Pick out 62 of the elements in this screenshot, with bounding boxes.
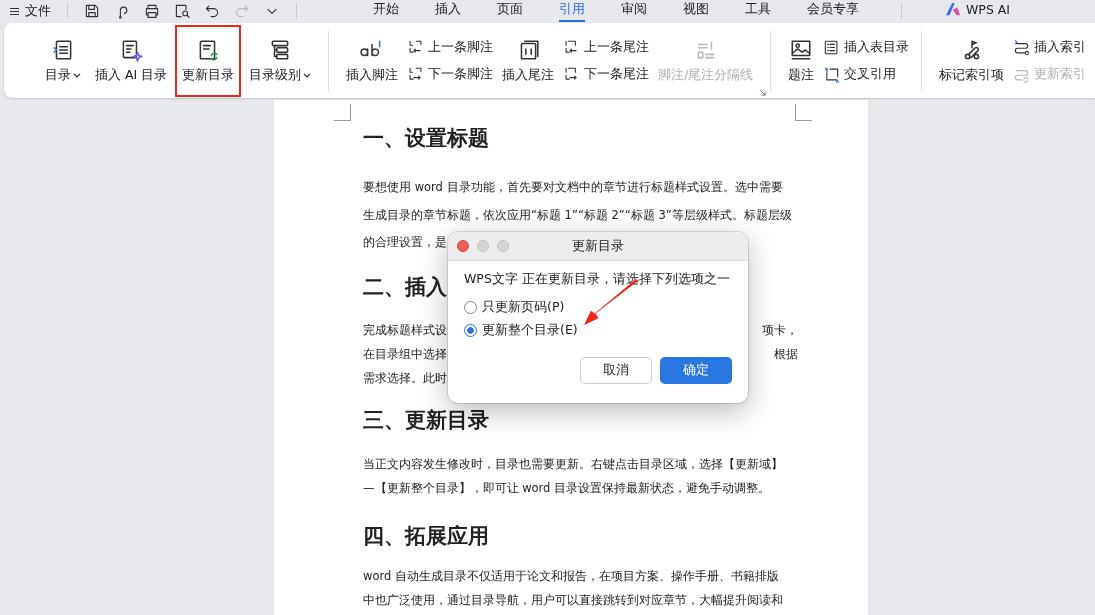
ribbon-tab[interactable]: WPS AI xyxy=(944,1,1011,21)
next-note-icon xyxy=(407,65,425,83)
ribbon-button[interactable]: 标记索引项 xyxy=(934,31,1010,90)
ribbon-button[interactable]: 插入表目录 xyxy=(823,38,910,56)
ribbon-tab[interactable]: 插入 xyxy=(435,0,461,22)
paragraph-text: 在目录组中选择 xyxy=(363,345,447,363)
ribbon-tab[interactable]: 开始 xyxy=(373,0,399,22)
paragraph-text: —【更新整个目录】，即可让 word 目录设置保持最新状态，避免手动调整。 xyxy=(363,479,771,497)
radio-button[interactable] xyxy=(464,324,477,337)
ribbon-tab[interactable]: 页面 xyxy=(497,0,523,22)
ribbon-button[interactable]: 目录 xyxy=(40,31,86,90)
ribbon-button[interactable]: 题注 xyxy=(783,31,820,90)
paragraph-text: 中也广泛使用，通过目录导航，用户可以直接跳转到对应章节，大幅提升阅读和 xyxy=(363,591,783,609)
paragraph-text: 需求选择。此时 xyxy=(363,369,447,387)
section-heading: 四、拓展应用 xyxy=(363,522,489,550)
menu-icon[interactable] xyxy=(10,7,19,15)
ribbon-button[interactable]: 插入索引 xyxy=(1013,38,1087,56)
quote-bracket-icon xyxy=(823,65,841,83)
crop-mark xyxy=(334,104,351,121)
ribbon-tab[interactable]: 引用 xyxy=(559,0,585,22)
section-heading: 二、插入 xyxy=(363,273,447,301)
close-window-button[interactable] xyxy=(457,240,469,252)
confirm-button[interactable]: 确定 xyxy=(660,357,732,384)
route-icon xyxy=(1013,38,1031,56)
ribbon-button[interactable]: 上一条脚注 xyxy=(407,38,494,56)
ribbon-tab[interactable]: 视图 xyxy=(683,0,709,22)
ribbon-tab[interactable]: 会员专享 xyxy=(807,0,859,22)
printer-icon[interactable] xyxy=(144,3,160,19)
ribbon-tab[interactable]: 工具 xyxy=(745,0,771,22)
undo-icon[interactable] xyxy=(204,3,220,19)
paragraph-text: 完成标题样式设 xyxy=(363,321,447,339)
section-heading: 三、更新目录 xyxy=(363,406,489,434)
crop-mark xyxy=(795,104,812,121)
dialog-title: 更新目录 xyxy=(571,237,625,255)
ribbon-button[interactable]: 插入尾注 xyxy=(497,31,560,90)
dialog-launcher-icon[interactable] xyxy=(759,89,767,96)
ribbon-button[interactable]: 目录级别 xyxy=(244,31,317,90)
paragraph-text: 根据 xyxy=(774,345,798,363)
ai-logo-icon xyxy=(944,2,962,16)
paragraph-text: 要想使用 word 目录功能，首先要对文档中的章节进行标题样式设置。选中需要 xyxy=(363,179,783,196)
ribbon-button[interactable]: 插入脚注 xyxy=(341,31,404,90)
section-heading: 一、设置标题 xyxy=(363,125,489,152)
ribbon-button[interactable]: 下一条尾注 xyxy=(563,65,650,83)
paragraph-text: 当正文内容发生修改时，目录也需要更新。右键点击目录区域，选择【更新域】 xyxy=(363,455,783,473)
file-menu[interactable]: 文件 xyxy=(25,2,51,20)
ribbon-button[interactable]: 上一条尾注 xyxy=(563,38,650,56)
radio-label[interactable]: 更新整个目录(E) xyxy=(482,322,578,339)
paragraph-text: 的合理设置，是 xyxy=(363,234,447,251)
paragraph-text: 生成目录的章节标题，依次应用“标题 1”“标题 2”“标题 3”等层级样式。标题层级 xyxy=(363,206,792,224)
magnifier-document-icon[interactable] xyxy=(174,3,190,19)
paragraph-text: word 自动生成目录不仅适用于论文和报告，在项目方案、操作手册、书籍排版 xyxy=(363,567,779,585)
cancel-button[interactable]: 取消 xyxy=(580,357,652,384)
radio-label[interactable]: 只更新页码(P) xyxy=(482,299,565,316)
ribbon-button[interactable]: 交叉引用 xyxy=(823,65,910,83)
ribbon-tab[interactable]: 审阅 xyxy=(621,0,647,22)
ribbon-button[interactable]: 下一条脚注 xyxy=(407,65,494,83)
paragraph-text: 项卡， xyxy=(762,321,798,339)
list-document-icon xyxy=(823,38,841,56)
ribbon-button[interactable]: 更新目录 xyxy=(176,25,241,96)
previous-note-icon xyxy=(407,38,425,56)
radio-button[interactable] xyxy=(464,301,477,314)
ribbon-button[interactable]: 插入 AI 目录 xyxy=(90,31,173,90)
